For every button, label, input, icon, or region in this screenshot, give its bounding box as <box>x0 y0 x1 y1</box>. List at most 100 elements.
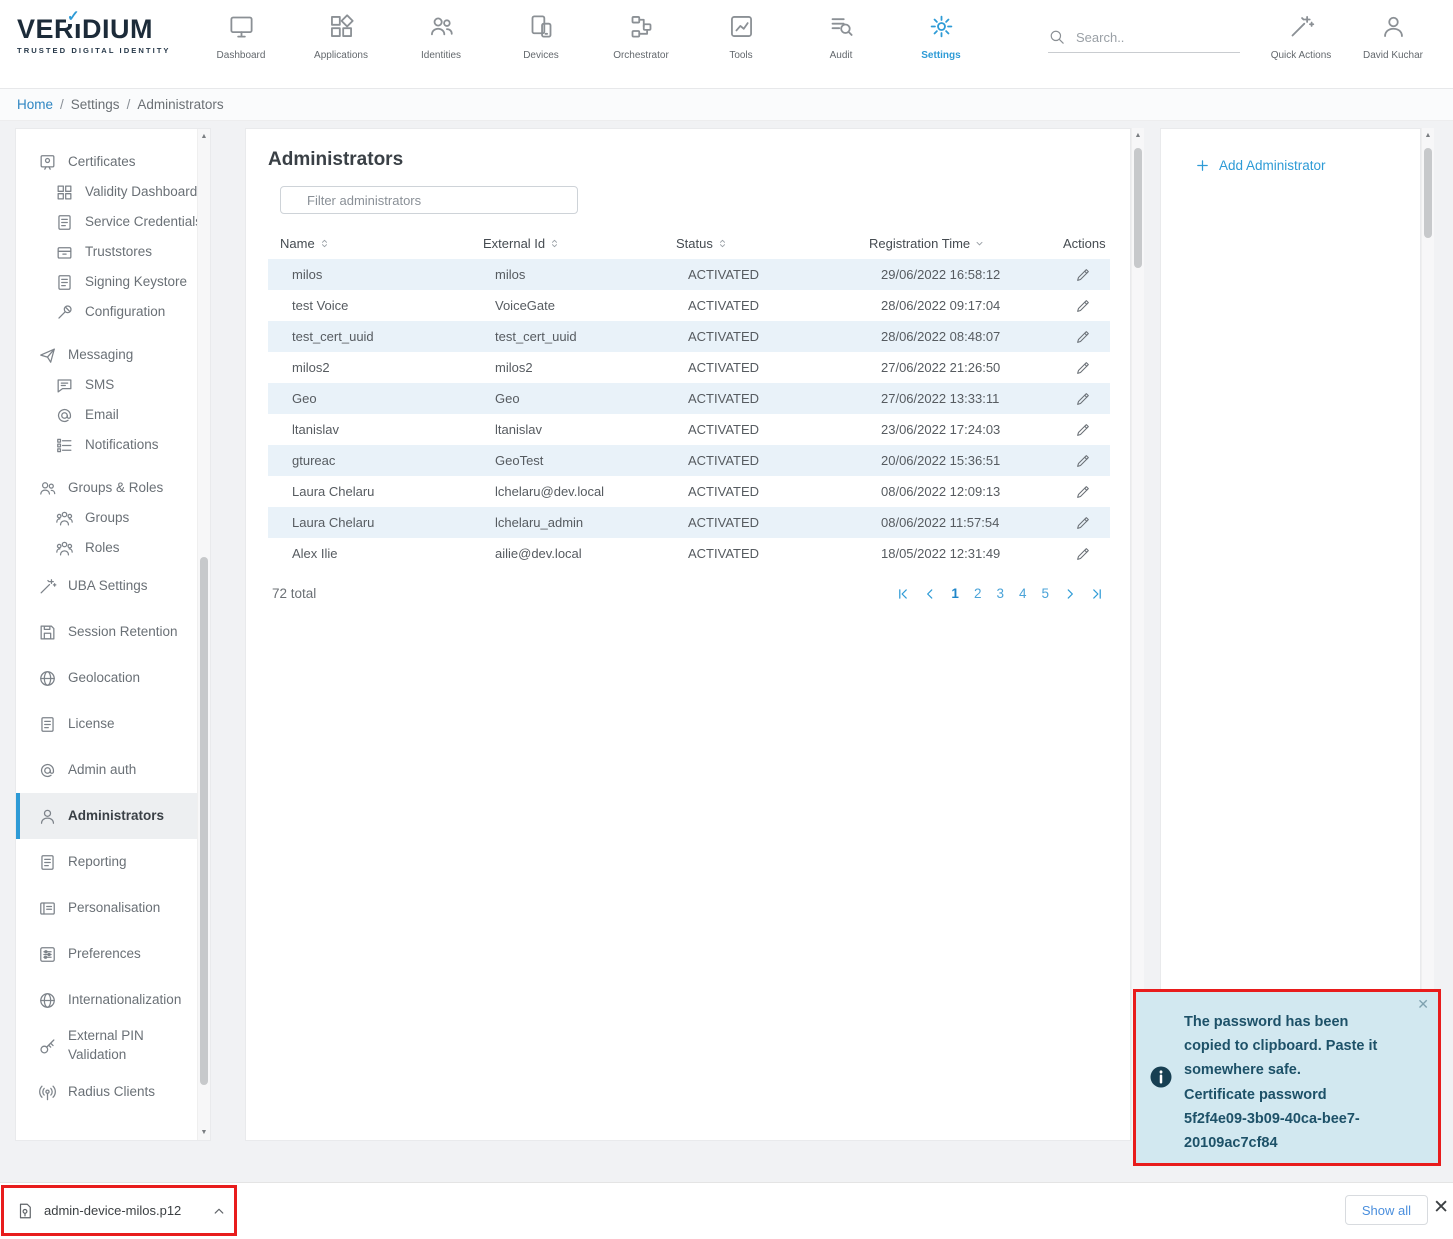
prev-page-button[interactable] <box>923 587 937 601</box>
page-4[interactable]: 4 <box>1018 586 1028 601</box>
sidebar-item-license[interactable]: License <box>16 701 210 747</box>
edit-icon[interactable] <box>1075 329 1091 345</box>
sidebar-item-admin-auth[interactable]: Admin auth <box>16 747 210 793</box>
sidebar-item-sms[interactable]: SMS <box>16 370 210 400</box>
scroll-up-arrow[interactable]: ▲ <box>1422 132 1434 139</box>
sidebar-item-radius-clients[interactable]: Radius Clients <box>16 1069 210 1115</box>
table-row[interactable]: ltanislavltanislavACTIVATED23/06/2022 17… <box>268 414 1110 445</box>
close-icon[interactable]: ✕ <box>1433 1198 1449 1217</box>
search-input[interactable] <box>1074 29 1228 46</box>
table-row[interactable]: GeoGeoACTIVATED27/06/2022 13:33:11 <box>268 383 1110 414</box>
nav-item-applications[interactable]: Applications <box>291 0 391 88</box>
delete-icon[interactable] <box>1108 422 1110 438</box>
quick-actions-icon <box>1288 13 1315 40</box>
breadcrumb-settings[interactable]: Settings <box>71 97 120 112</box>
sidebar-item-configuration[interactable]: Configuration <box>16 297 210 327</box>
sidebar-item-certificates[interactable]: Certificates <box>16 147 210 177</box>
page-3[interactable]: 3 <box>995 586 1005 601</box>
nav-item-tools[interactable]: Tools <box>691 0 791 88</box>
edit-icon[interactable] <box>1075 484 1091 500</box>
edit-icon[interactable] <box>1075 360 1091 376</box>
caret-up-icon[interactable] <box>212 1204 226 1218</box>
show-all-button[interactable]: Show all <box>1345 1195 1428 1225</box>
table-row[interactable]: Laura Chelarulchelaru_adminACTIVATED08/0… <box>268 507 1110 538</box>
delete-icon[interactable] <box>1108 298 1110 314</box>
edit-icon[interactable] <box>1075 546 1091 562</box>
table-row[interactable]: gtureacGeoTestACTIVATED20/06/2022 15:36:… <box>268 445 1110 476</box>
page-5[interactable]: 5 <box>1040 586 1050 601</box>
scrollbar-thumb[interactable] <box>1134 148 1142 268</box>
sidebar-item-signing-keystore[interactable]: Signing Keystore <box>16 267 210 297</box>
add-administrator-button[interactable]: Add Administrator <box>1195 158 1420 173</box>
column-header-registration-time[interactable]: Registration Time <box>857 230 1051 259</box>
table-row[interactable]: test VoiceVoiceGateACTIVATED28/06/2022 0… <box>268 290 1110 321</box>
last-page-button[interactable] <box>1090 587 1104 601</box>
column-header-external-id[interactable]: External Id <box>471 230 664 259</box>
sidebar-item-internationalization[interactable]: Internationalization <box>16 977 210 1023</box>
delete-icon[interactable] <box>1108 515 1110 531</box>
veridium-logo[interactable]: VERIDIUM ✓ TRUSTED DIGITAL IDENTITY <box>17 16 171 55</box>
sidebar-item-administrators[interactable]: Administrators <box>16 793 210 839</box>
close-icon[interactable]: ✕ <box>1417 996 1429 1013</box>
table-row[interactable]: Laura Chelarulchelaru@dev.localACTIVATED… <box>268 476 1110 507</box>
table-row[interactable]: test_cert_uuidtest_cert_uuidACTIVATED28/… <box>268 321 1110 352</box>
nav-item-settings[interactable]: Settings <box>891 0 991 88</box>
sidebar-item-personalisation[interactable]: Personalisation <box>16 885 210 931</box>
scrollbar-thumb[interactable] <box>1424 148 1432 238</box>
sidebar-item-roles[interactable]: Roles <box>16 533 210 563</box>
sidebar-item-validity-dashboard[interactable]: Validity Dashboard <box>16 177 210 207</box>
user-menu[interactable]: David Kuchar <box>1352 0 1434 88</box>
filter-administrators-input[interactable] <box>280 186 578 214</box>
sidebar-item-reporting[interactable]: Reporting <box>16 839 210 885</box>
sidebar-item-geolocation[interactable]: Geolocation <box>16 655 210 701</box>
pagination: 12345 <box>896 586 1104 601</box>
table-row[interactable]: Alex Ilieailie@dev.localACTIVATED18/05/2… <box>268 538 1110 569</box>
edit-icon[interactable] <box>1075 267 1091 283</box>
column-header-name[interactable]: Name <box>268 230 471 259</box>
nav-item-dashboard[interactable]: Dashboard <box>191 0 291 88</box>
sidebar-item-external-pin-validation[interactable]: External PIN Validation <box>16 1023 210 1069</box>
scroll-down-arrow[interactable]: ▼ <box>198 1129 210 1136</box>
scroll-up-arrow[interactable]: ▲ <box>1132 132 1144 139</box>
delete-icon[interactable] <box>1108 391 1110 407</box>
sidebar-item-preferences[interactable]: Preferences <box>16 931 210 977</box>
delete-icon[interactable] <box>1108 267 1110 283</box>
page-2[interactable]: 2 <box>973 586 983 601</box>
nav-item-orchestrator[interactable]: Orchestrator <box>591 0 691 88</box>
delete-icon[interactable] <box>1108 329 1110 345</box>
first-page-button[interactable] <box>896 587 910 601</box>
table-row[interactable]: milos2milos2ACTIVATED27/06/2022 21:26:50 <box>268 352 1110 383</box>
column-header-status[interactable]: Status <box>664 230 857 259</box>
delete-icon[interactable] <box>1108 546 1110 562</box>
delete-icon[interactable] <box>1108 484 1110 500</box>
sidebar-item-messaging[interactable]: Messaging <box>16 340 210 370</box>
delete-icon[interactable] <box>1108 453 1110 469</box>
search-icon[interactable] <box>1048 28 1066 46</box>
edit-icon[interactable] <box>1075 422 1091 438</box>
nav-item-identities[interactable]: Identities <box>391 0 491 88</box>
nav-item-audit[interactable]: Audit <box>791 0 891 88</box>
page-1[interactable]: 1 <box>950 586 960 601</box>
sidebar-scrollbar[interactable]: ▲ ▼ <box>197 129 210 1140</box>
edit-icon[interactable] <box>1075 515 1091 531</box>
sidebar-item-groups-roles[interactable]: Groups & Roles <box>16 473 210 503</box>
nav-item-devices[interactable]: Devices <box>491 0 591 88</box>
next-page-button[interactable] <box>1063 587 1077 601</box>
delete-icon[interactable] <box>1108 360 1110 376</box>
quick-actions-button[interactable]: Quick Actions <box>1260 0 1342 88</box>
table-row[interactable]: milosmilosACTIVATED29/06/2022 16:58:12 <box>268 259 1110 290</box>
sidebar-item-uba-settings[interactable]: UBA Settings <box>16 563 210 609</box>
edit-icon[interactable] <box>1075 298 1091 314</box>
scrollbar-thumb[interactable] <box>200 557 208 1085</box>
sidebar-item-service-credentials[interactable]: Service Credentials <box>16 207 210 237</box>
sidebar-item-notifications[interactable]: Notifications <box>16 430 210 460</box>
download-item[interactable]: admin-device-milos.p12 <box>16 1202 226 1220</box>
edit-icon[interactable] <box>1075 391 1091 407</box>
sidebar-item-email[interactable]: Email <box>16 400 210 430</box>
edit-icon[interactable] <box>1075 453 1091 469</box>
sidebar-item-session-retention[interactable]: Session Retention <box>16 609 210 655</box>
sidebar-item-truststores[interactable]: Truststores <box>16 237 210 267</box>
sidebar-item-groups[interactable]: Groups <box>16 503 210 533</box>
scroll-up-arrow[interactable]: ▲ <box>198 133 210 140</box>
breadcrumb-home[interactable]: Home <box>17 97 53 112</box>
